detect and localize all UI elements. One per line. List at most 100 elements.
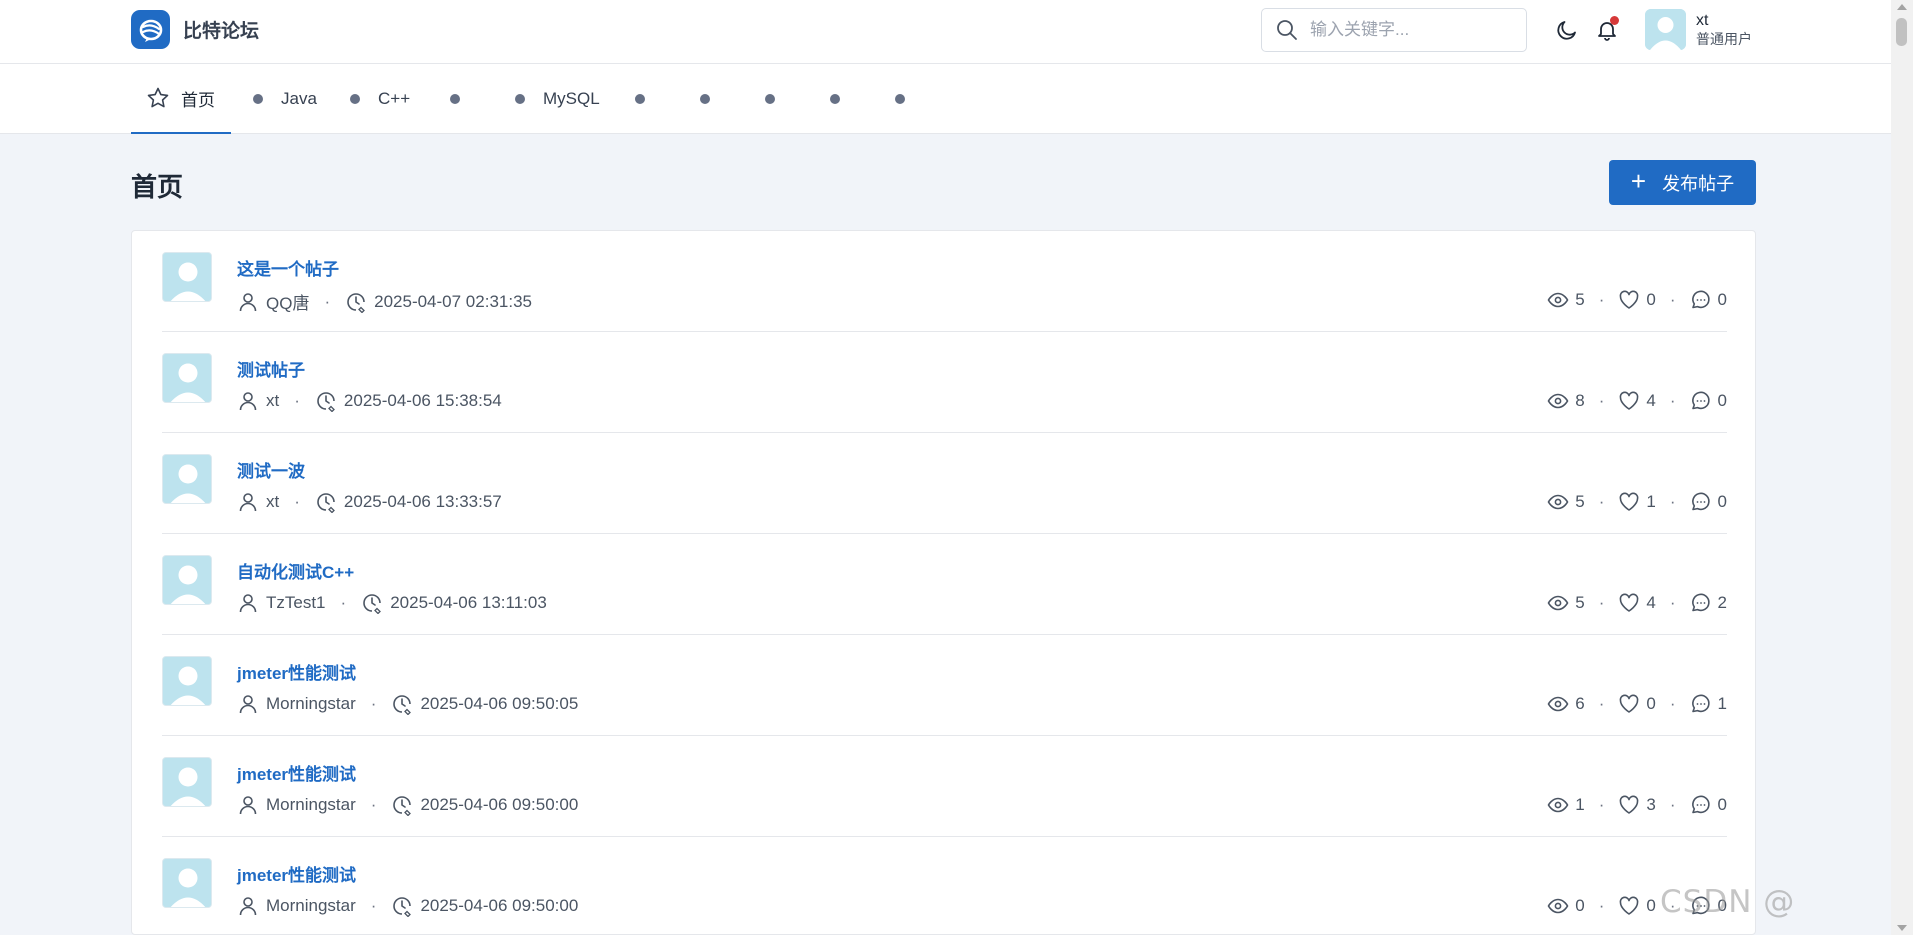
user-icon <box>239 897 257 916</box>
search-input[interactable] <box>1310 20 1510 40</box>
clock-icon <box>347 292 366 313</box>
nav-item-java[interactable]: Java <box>253 64 317 134</box>
nav-item-cpp[interactable]: C++ <box>350 64 410 134</box>
list-item[interactable]: 测试帖子 xt · 2025-04-06 15:38:54 8 · 4 · 0 <box>162 332 1727 433</box>
avatar[interactable] <box>162 757 212 807</box>
heart-icon <box>1619 795 1639 814</box>
comment-count: 0 <box>1717 795 1727 814</box>
separator-dot: · <box>1598 492 1605 511</box>
site-logo[interactable]: 比特论坛 <box>131 10 259 49</box>
nav-item-home[interactable]: 首页 <box>131 64 231 134</box>
eye-icon <box>1547 696 1569 712</box>
scroll-up-icon[interactable] <box>1897 4 1907 10</box>
search-box[interactable] <box>1261 8 1527 52</box>
publish-post-button[interactable]: + 发布帖子 <box>1609 160 1756 205</box>
page-title: 首页 <box>131 172 184 202</box>
post-time: 2025-04-07 02:31:35 <box>374 291 532 311</box>
post-title[interactable]: 测试一波 <box>237 457 305 482</box>
avatar <box>1645 9 1686 50</box>
like-count: 4 <box>1646 391 1656 410</box>
heart-icon <box>1619 290 1639 309</box>
user-icon <box>239 493 257 512</box>
scroll-thumb[interactable] <box>1896 18 1907 46</box>
post-author[interactable]: QQ唐 <box>266 289 309 314</box>
avatar[interactable] <box>162 555 212 605</box>
post-title[interactable]: jmeter性能测试 <box>237 861 356 886</box>
post-time: 2025-04-06 09:50:00 <box>420 896 579 915</box>
dot-icon <box>700 94 710 104</box>
separator-dot: · <box>1669 593 1676 612</box>
list-item[interactable]: 测试一波 xt · 2025-04-06 13:33:57 5 · 1 · 0 <box>162 433 1727 534</box>
nav-item-unnamed-4[interactable] <box>765 64 775 134</box>
list-item[interactable]: 自动化测试C++ TzTest1 · 2025-04-06 13:11:03 5… <box>162 534 1727 635</box>
like-count: 1 <box>1646 492 1656 511</box>
heart-icon <box>1619 593 1639 612</box>
comment-count: 0 <box>1717 492 1727 511</box>
separator-dot: · <box>1669 492 1676 511</box>
avatar[interactable] <box>162 454 212 504</box>
post-time: 2025-04-06 13:11:03 <box>390 593 547 612</box>
user-icon <box>239 594 257 613</box>
post-author[interactable]: xt <box>266 492 279 512</box>
separator-dot: · <box>1598 391 1605 410</box>
dark-mode-toggle[interactable] <box>1553 16 1581 44</box>
separator-dot: · <box>294 492 300 511</box>
post-time: 2025-04-06 09:50:05 <box>420 694 579 713</box>
post-title[interactable]: 测试帖子 <box>237 356 305 381</box>
view-count: 6 <box>1575 694 1585 713</box>
like-count: 3 <box>1646 795 1656 814</box>
avatar[interactable] <box>162 858 212 908</box>
dot-icon <box>253 94 263 104</box>
user-icon <box>239 796 257 815</box>
comment-icon <box>1691 492 1710 511</box>
user-role: 普通用户 <box>1696 30 1752 47</box>
separator-dot: · <box>1598 290 1605 309</box>
separator-dot: · <box>294 391 300 410</box>
user-menu[interactable]: xt 普通用户 <box>1645 9 1752 50</box>
nav-label: 首页 <box>181 90 215 110</box>
dot-icon <box>450 94 460 104</box>
eye-icon <box>1547 494 1569 510</box>
nav-item-unnamed-6[interactable] <box>895 64 905 134</box>
list-item[interactable]: jmeter性能测试 Morningstar · 2025-04-06 09:5… <box>162 837 1727 934</box>
list-item[interactable]: 这是一个帖子 QQ唐 · 2025-04-07 02:31:35 5 · 0 ·… <box>162 231 1727 332</box>
post-author[interactable]: TzTest1 <box>266 593 326 613</box>
site-name: 比特论坛 <box>183 21 260 42</box>
nav-item-unnamed-3[interactable] <box>700 64 710 134</box>
list-item[interactable]: jmeter性能测试 Morningstar · 2025-04-06 09:5… <box>162 635 1727 736</box>
nav-item-unnamed-2[interactable] <box>635 64 645 134</box>
separator-dot: · <box>1669 795 1676 814</box>
post-title[interactable]: 自动化测试C++ <box>237 558 354 583</box>
list-item[interactable]: jmeter性能测试 Morningstar · 2025-04-06 09:5… <box>162 736 1727 837</box>
separator-dot: · <box>1598 593 1605 612</box>
nav-item-mysql[interactable]: MySQL <box>515 64 600 134</box>
separator-dot: · <box>1598 896 1605 915</box>
avatar[interactable] <box>162 252 212 302</box>
post-author[interactable]: xt <box>266 391 279 411</box>
notifications-button[interactable] <box>1593 16 1621 44</box>
post-title[interactable]: jmeter性能测试 <box>237 760 356 785</box>
comment-icon <box>1691 694 1710 713</box>
nav-item-unnamed-5[interactable] <box>830 64 840 134</box>
post-author[interactable]: Morningstar <box>266 694 356 714</box>
moon-icon <box>1557 21 1576 40</box>
post-author[interactable]: Morningstar <box>266 795 356 815</box>
separator-dot: · <box>1669 391 1676 410</box>
post-title[interactable]: 这是一个帖子 <box>237 255 339 280</box>
post-author[interactable]: Morningstar <box>266 896 356 916</box>
heart-icon <box>1619 694 1639 713</box>
heart-icon <box>1619 492 1639 511</box>
view-count: 5 <box>1575 492 1585 511</box>
post-title[interactable]: jmeter性能测试 <box>237 659 356 684</box>
clock-icon <box>317 493 335 513</box>
avatar[interactable] <box>162 656 212 706</box>
separator-dot: · <box>370 896 377 915</box>
comment-count: 2 <box>1717 593 1727 612</box>
scroll-down-icon[interactable] <box>1897 925 1907 931</box>
post-time: 2025-04-06 15:38:54 <box>343 391 502 410</box>
nav-item-unnamed-1[interactable] <box>450 64 460 134</box>
avatar[interactable] <box>162 353 212 403</box>
comment-icon <box>1691 391 1710 410</box>
scrollbar[interactable] <box>1891 0 1913 935</box>
post-time: 2025-04-06 13:33:57 <box>343 492 502 511</box>
